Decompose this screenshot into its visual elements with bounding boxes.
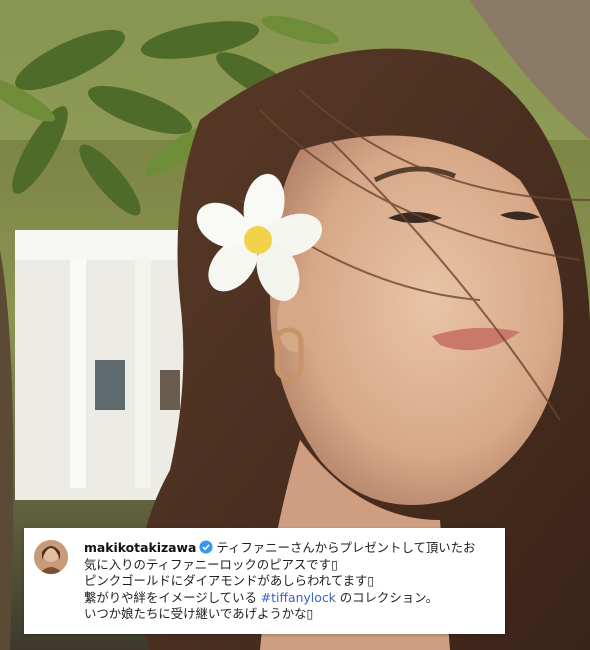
- username[interactable]: makikotakizawa: [84, 540, 196, 555]
- emoji-glyph: ▯: [331, 556, 338, 572]
- avatar[interactable]: [34, 540, 68, 574]
- caption-line-5: いつか娘たちに受け継いであげようかな: [84, 606, 307, 621]
- caption-line-4b: のコレクション。: [335, 589, 439, 605]
- caption-card: makikotakizawa ティファニーさんからプレゼントして頂いたお 気に入り…: [24, 528, 505, 634]
- caption-line-4a: 繋がりや絆をイメージしている: [84, 589, 261, 605]
- avatar-image: [34, 540, 68, 574]
- verified-badge-icon: [199, 540, 213, 554]
- caption-text: makikotakizawa ティファニーさんからプレゼントして頂いたお 気に入り…: [84, 540, 493, 623]
- emoji-glyph: ▯: [306, 606, 314, 621]
- caption-line-1: ティファニーさんからプレゼントして頂いたお: [216, 540, 476, 555]
- caption-line-3: ピンクゴールドにダイアモンドがあしらわれてます: [84, 573, 368, 588]
- hashtag-link[interactable]: #tiffanylock: [261, 590, 336, 605]
- emoji-glyph: ▯: [367, 573, 375, 588]
- caption-line-2: 気に入りのティファニーロックのピアスです: [84, 556, 332, 572]
